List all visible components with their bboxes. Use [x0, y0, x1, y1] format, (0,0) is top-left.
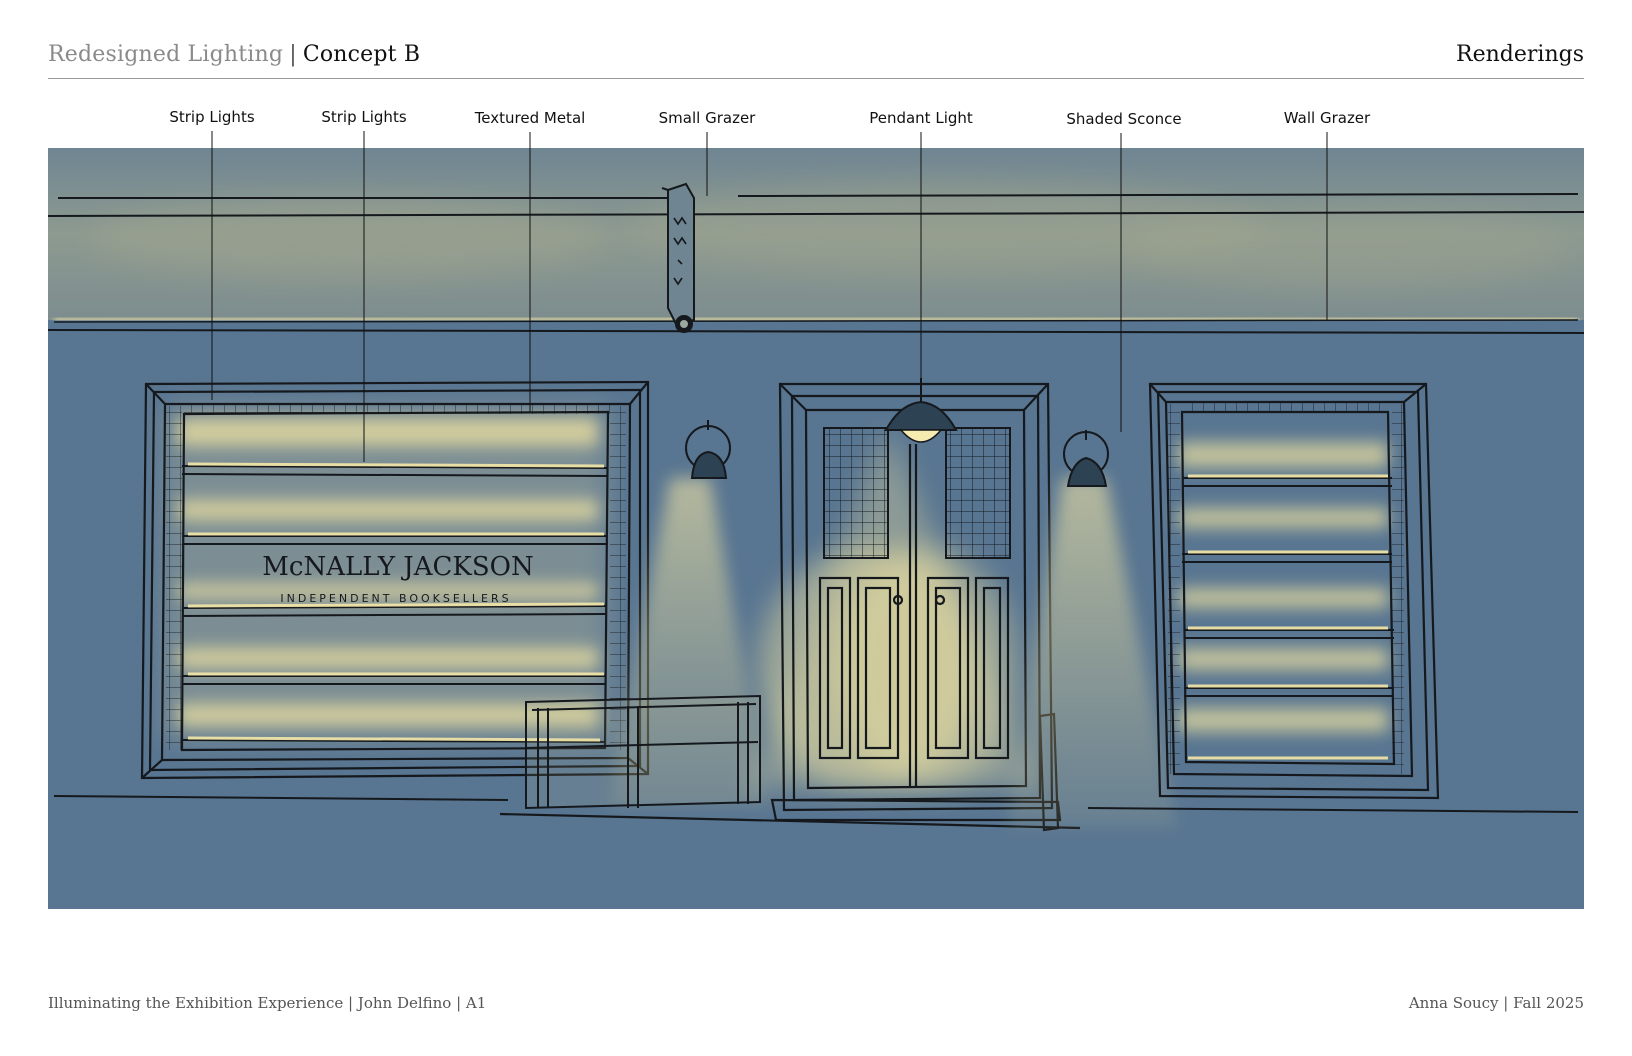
- callout-strip-lights-2: Strip Lights: [321, 108, 407, 126]
- callout-shaded-sconce: Shaded Sconce: [1066, 110, 1182, 128]
- callout-small-grazer: Small Grazer: [658, 109, 756, 127]
- section-title: Renderings: [1456, 42, 1584, 67]
- callout-wall-grazer: Wall Grazer: [1283, 109, 1371, 127]
- store-name: McNALLY JACKSON: [262, 552, 533, 582]
- callout-strip-lights-1: Strip Lights: [169, 108, 255, 126]
- callout-textured-metal: Textured Metal: [474, 109, 586, 127]
- railing: [525, 694, 761, 810]
- header-divider: [48, 78, 1584, 79]
- storefront-rendering: McNALLY JACKSON INDEPENDENT BOOKSELLERS: [48, 148, 1584, 909]
- storefront-illustration: McNALLY JACKSON INDEPENDENT BOOKSELLERS: [48, 148, 1584, 909]
- page-title: Redesigned Lighting | Concept B: [48, 42, 420, 67]
- title-separator: |: [289, 42, 297, 67]
- store-tagline: INDEPENDENT BOOKSELLERS: [280, 592, 511, 605]
- title-muted: Redesigned Lighting: [48, 42, 284, 67]
- footer-course-info: Illuminating the Exhibition Experience |…: [48, 994, 487, 1012]
- title-concept: Concept B: [302, 42, 421, 67]
- footer-author-info: Anna Soucy | Fall 2025: [1408, 994, 1584, 1012]
- callout-pendant-light: Pendant Light: [869, 109, 973, 127]
